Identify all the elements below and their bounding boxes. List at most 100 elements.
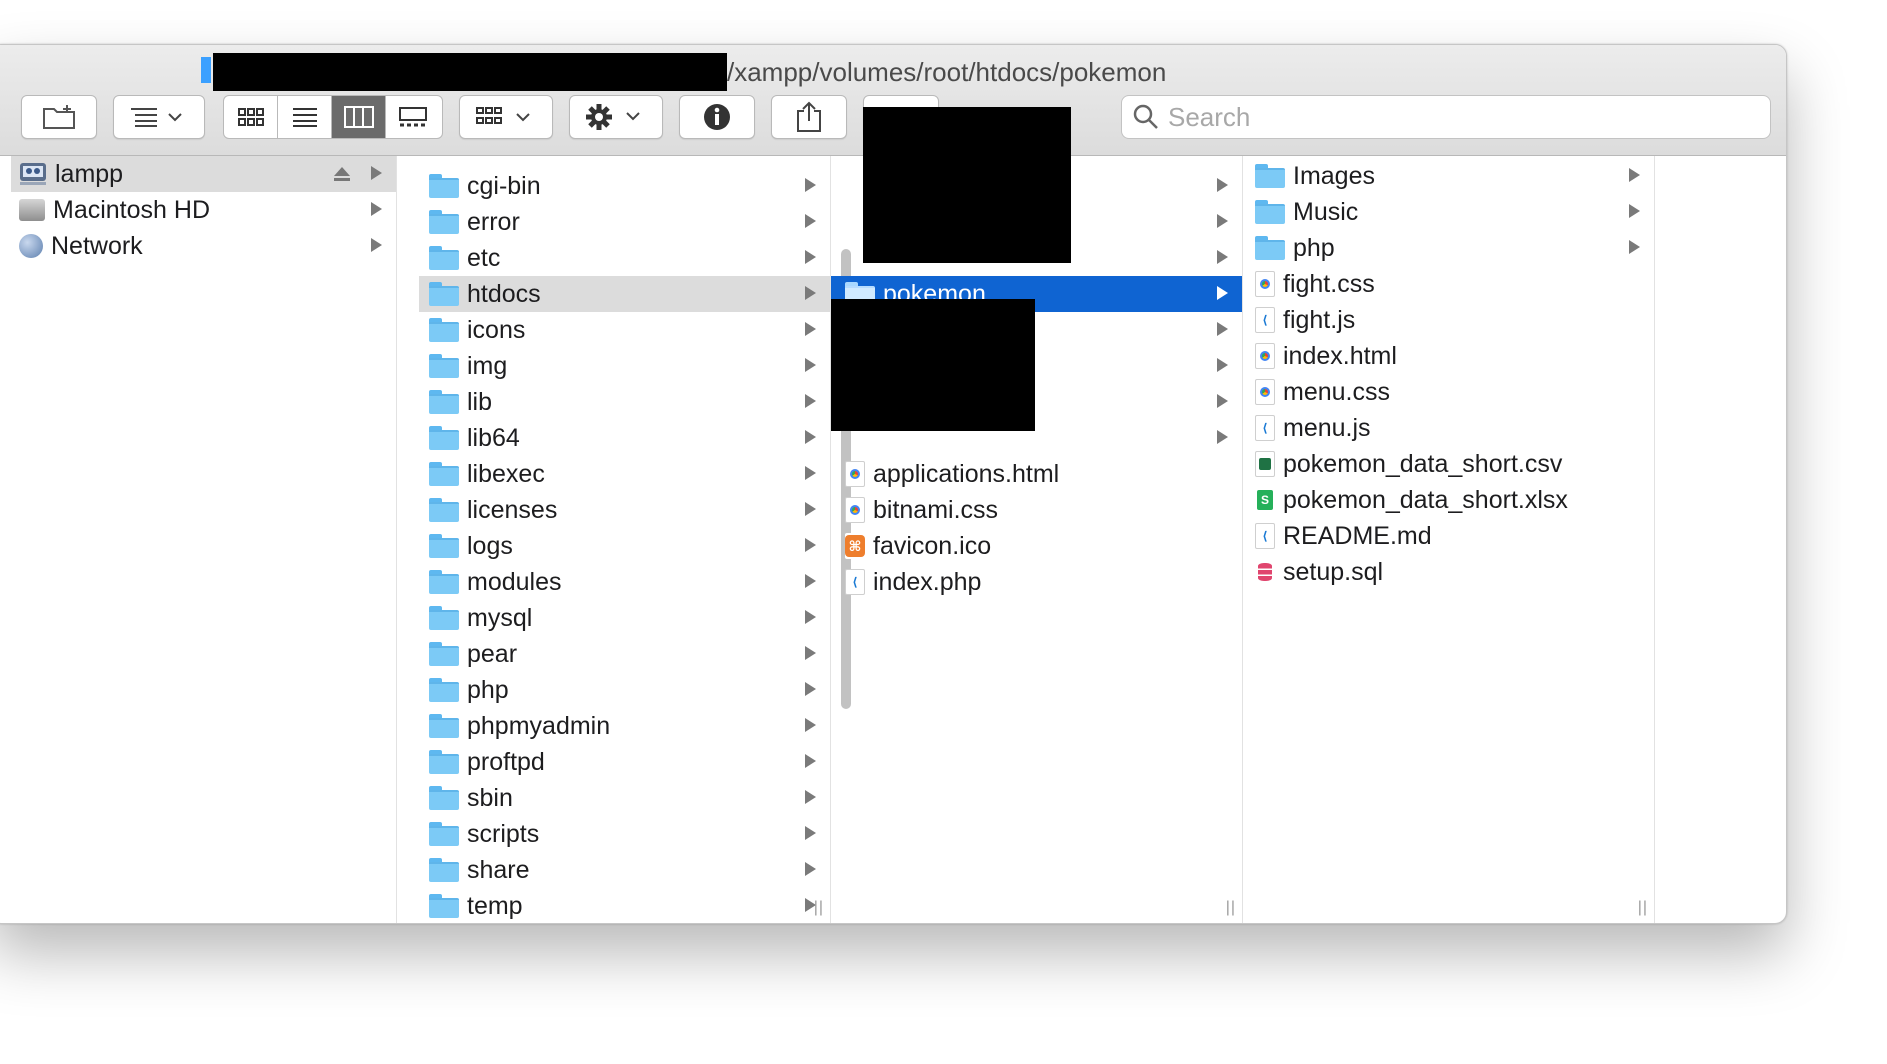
- folder-item[interactable]: php: [419, 672, 830, 708]
- info-icon: [704, 104, 730, 130]
- search-field[interactable]: [1121, 95, 1771, 139]
- file-item[interactable]: ⟨ fight.js: [1243, 302, 1654, 338]
- chrome-doc-icon: [1255, 343, 1275, 369]
- folder-icon: [429, 678, 459, 702]
- disclosure-arrow-icon: [1629, 240, 1640, 254]
- folder-item[interactable]: cgi-bin: [419, 168, 830, 204]
- hard-drive-icon: [19, 199, 45, 221]
- item-label: cgi-bin: [467, 171, 541, 200]
- folder-item[interactable]: Images: [1243, 158, 1654, 194]
- folder-icon: [429, 210, 459, 234]
- folder-item[interactable]: htdocs: [419, 276, 830, 312]
- folder-item[interactable]: proftpd: [419, 744, 830, 780]
- folder-icon: [429, 318, 459, 342]
- folder-icon: [429, 642, 459, 666]
- disclosure-arrow-icon: [805, 286, 816, 300]
- item-label: setup.sql: [1283, 557, 1384, 586]
- item-label: icons: [467, 315, 526, 344]
- file-item[interactable]: index.html: [1243, 338, 1654, 374]
- folder-item[interactable]: lib: [419, 384, 830, 420]
- folder-icon: [1255, 236, 1285, 260]
- file-item[interactable]: ⟨ menu.js: [1243, 410, 1654, 446]
- view-list-button[interactable]: [278, 96, 332, 138]
- file-item[interactable]: menu.css: [1243, 374, 1654, 410]
- xampp-icon: ⌘: [845, 533, 865, 559]
- disclosure-arrow-icon: [805, 754, 816, 768]
- search-input[interactable]: [1166, 100, 1730, 134]
- folder-icon: [429, 714, 459, 738]
- folder-item[interactable]: img: [419, 348, 830, 384]
- folder-item[interactable]: phpmyadmin: [419, 708, 830, 744]
- folder-item[interactable]: licenses: [419, 492, 830, 528]
- column-xampp-root: cgi-bin error etc htdocs icons img lib lib64 lib…: [419, 156, 831, 923]
- disclosure-arrow-icon: [371, 202, 382, 216]
- folder-item[interactable]: lib64: [419, 420, 830, 456]
- item-label: bitnami.css: [873, 495, 999, 524]
- folder-item[interactable]: logs: [419, 528, 830, 564]
- folder-item[interactable]: error: [419, 204, 830, 240]
- folder-icon: [1255, 164, 1285, 188]
- folder-icon: [429, 570, 459, 594]
- disclosure-arrow-icon: [805, 358, 816, 372]
- folder-icon: [429, 534, 459, 558]
- get-info-button[interactable]: [679, 95, 755, 139]
- disclosure-arrow-icon: [1217, 322, 1228, 336]
- folder-icon: [429, 750, 459, 774]
- database-icon: [1255, 559, 1275, 585]
- file-item[interactable]: applications.html: [831, 456, 1242, 492]
- eject-icon[interactable]: [332, 165, 352, 183]
- folder-item[interactable]: scripts: [419, 816, 830, 852]
- file-item[interactable]: Spokemon_data_short.xlsx: [1243, 482, 1654, 518]
- view-columns-button[interactable]: [332, 96, 386, 138]
- folder-item[interactable]: pear: [419, 636, 830, 672]
- item-label: README.md: [1283, 521, 1432, 550]
- list-menu-icon: [131, 108, 182, 127]
- file-item[interactable]: fight.css: [1243, 266, 1654, 302]
- folder-item[interactable]: temp: [419, 888, 830, 923]
- file-item[interactable]: ⟨ README.md: [1243, 518, 1654, 554]
- column-htdocs: pokemon applications.html bitnami.css ⌘ fav…: [831, 156, 1243, 923]
- chrome-doc-icon: [845, 497, 865, 523]
- disclosure-arrow-icon: [805, 430, 816, 444]
- folder-item[interactable]: icons: [419, 312, 830, 348]
- sidebar-item-network[interactable]: Network: [11, 228, 396, 264]
- folder-item[interactable]: mysql: [419, 600, 830, 636]
- sidebar-item-lampp[interactable]: lampp: [11, 156, 396, 192]
- file-item[interactable]: pokemon_data_short.csv: [1243, 446, 1654, 482]
- folder-item[interactable]: etc: [419, 240, 830, 276]
- list-view-icon: [292, 108, 317, 127]
- item-label: applications.html: [873, 459, 1060, 488]
- disclosure-arrow-icon: [805, 790, 816, 804]
- file-item[interactable]: setup.sql: [1243, 554, 1654, 590]
- view-gallery-button[interactable]: [386, 96, 440, 138]
- folder-item[interactable]: libexec: [419, 456, 830, 492]
- column-resize-handle[interactable]: ||: [814, 899, 824, 917]
- file-item[interactable]: ⟨ index.php: [831, 564, 1242, 600]
- file-item[interactable]: ⌘ favicon.ico: [831, 528, 1242, 564]
- column-empty: [1655, 156, 1786, 923]
- sidebar-item-label: Macintosh HD: [53, 195, 210, 224]
- column-resize-handle[interactable]: ||: [1226, 899, 1236, 917]
- view-icons-button[interactable]: [224, 96, 278, 138]
- folder-icon: [429, 354, 459, 378]
- folder-item[interactable]: Music: [1243, 194, 1654, 230]
- item-label: fight.js: [1283, 305, 1356, 334]
- share-button[interactable]: [771, 95, 847, 139]
- folder-item[interactable]: modules: [419, 564, 830, 600]
- file-item[interactable]: bitnami.css: [831, 492, 1242, 528]
- folder-item[interactable]: sbin: [419, 780, 830, 816]
- sidebar-item-macintosh-hd[interactable]: Macintosh HD: [11, 192, 396, 228]
- item-label: htdocs: [467, 279, 541, 308]
- redacted-block: [863, 107, 1071, 263]
- group-by-button[interactable]: [113, 95, 205, 139]
- sidebar-column: lampp Macintosh HD Network ||: [11, 156, 397, 923]
- gallery-view-icon: [399, 107, 427, 127]
- chrome-doc-icon: [845, 461, 865, 487]
- arrange-button[interactable]: [459, 95, 553, 139]
- action-button[interactable]: [569, 95, 663, 139]
- column-resize-handle[interactable]: ||: [1638, 899, 1648, 917]
- folder-item[interactable]: share: [419, 852, 830, 888]
- item-label: pokemon_data_short.xlsx: [1283, 485, 1568, 514]
- new-folder-button[interactable]: [21, 95, 97, 139]
- folder-item[interactable]: php: [1243, 230, 1654, 266]
